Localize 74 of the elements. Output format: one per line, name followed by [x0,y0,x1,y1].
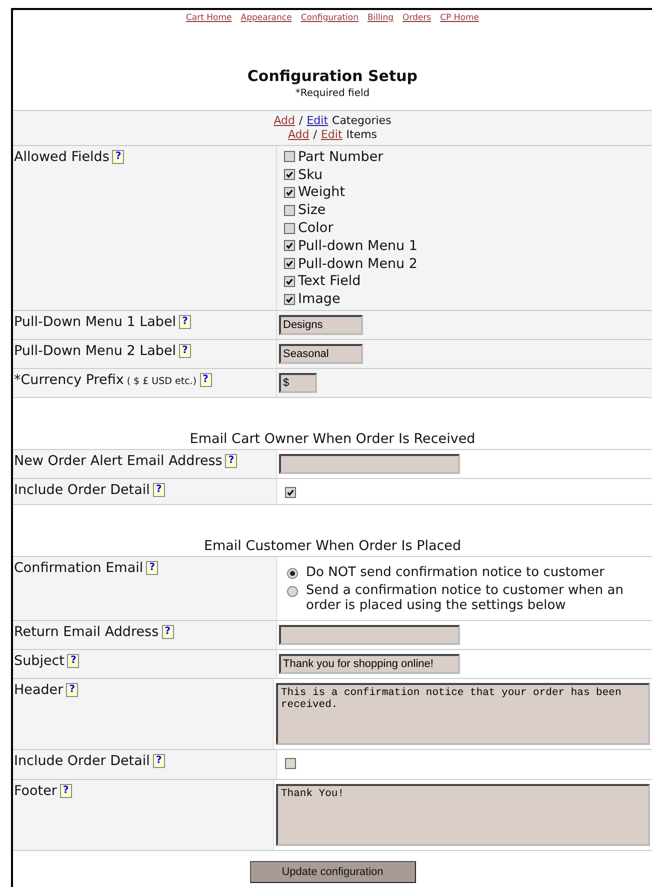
update-button[interactable]: Update configuration [250,861,416,884]
text-field[interactable]: Designs [279,315,363,336]
help-icon[interactable]: ? [162,625,174,640]
checkbox[interactable] [284,169,295,180]
checkbox[interactable] [284,204,295,216]
text-area[interactable]: Thank You! [276,784,650,846]
checkbox[interactable] [284,151,295,162]
option-label: Send a confirmation notice to customer when an order is placed using the settings below [306,583,624,614]
text-field[interactable]: Seasonal [279,344,363,364]
field-label: Pull-Down Menu 1 Label [14,313,176,332]
add-link[interactable]: Add [288,128,310,142]
nav-link[interactable]: Orders [402,13,432,33]
page-title: Configuration Setup [246,67,419,85]
option-label: Text Field [298,273,361,290]
nav-link[interactable]: CP Home [440,13,479,33]
field-label: New Order Alert Email Address [14,452,222,470]
help-icon[interactable]: ? [179,344,192,358]
field-label: Header [14,681,64,700]
field-label: *Currency Prefix [14,371,124,390]
link-caption: Items [346,128,378,142]
field-label: Allowed Fields [14,148,110,166]
text-area[interactable]: This is a confirmation notice that your order has been received. [276,683,650,746]
checkbox[interactable] [284,276,295,287]
option-label: Sku [298,166,323,183]
option-label: Pull-down Menu 1 [298,238,418,254]
edit-link[interactable]: Edit [306,114,328,128]
field-label: Include Order Detail [14,752,150,770]
separator: / [313,128,317,142]
option-label: Size [298,202,326,218]
nav-link[interactable]: Configuration [300,13,358,33]
field-label: Subject [14,652,64,670]
text-field[interactable] [279,625,460,646]
field-label: Pull-Down Menu 2 Label [14,342,176,360]
field-label: Confirmation Email [14,559,144,578]
help-icon[interactable]: ? [225,454,238,468]
nav-link[interactable]: Billing [367,13,394,33]
edit-link[interactable]: Edit [320,128,342,142]
radio-button[interactable] [287,586,298,598]
checkbox[interactable] [284,240,295,252]
text-field[interactable] [279,454,460,474]
help-icon[interactable]: ? [152,754,165,768]
checkbox[interactable] [285,758,296,770]
add-link[interactable]: Add [274,114,295,128]
option-label: Part Number [298,148,384,165]
radio-button[interactable] [287,568,298,580]
checkbox[interactable] [284,258,295,270]
option-label: Pull-down Menu 2 [298,256,418,272]
option-label: Color [298,220,334,236]
option-label: Image [298,291,340,308]
text-field[interactable]: Thank you for shopping online! [279,654,460,674]
help-icon[interactable]: ? [179,315,192,330]
field-label: Return Email Address [14,623,159,642]
separator: / [298,114,303,128]
text-field[interactable]: $ [279,373,317,394]
option-label: Weight [298,184,346,200]
checkbox[interactable] [284,222,295,234]
checkbox[interactable] [285,487,296,498]
nav-link[interactable]: Appearance [240,13,292,33]
help-icon[interactable]: ? [112,150,124,164]
help-icon[interactable]: ? [200,373,212,388]
checkbox[interactable] [284,294,295,305]
checkbox[interactable] [284,186,295,198]
field-note: ( $ £ USD etc.) [126,375,197,390]
help-icon[interactable]: ? [146,561,158,576]
help-icon[interactable]: ? [60,784,72,798]
help-icon[interactable]: ? [67,654,80,668]
field-label: Include Order Detail [14,481,150,500]
option-label: Do NOT send confirmation notice to customer [306,565,606,580]
link-caption: Categories [332,114,392,128]
field-label: Footer [14,782,57,800]
help-icon[interactable]: ? [152,483,165,498]
required-note: *Required field [294,88,371,101]
nav-link[interactable]: Cart Home [186,13,232,33]
help-icon[interactable]: ? [66,683,78,698]
